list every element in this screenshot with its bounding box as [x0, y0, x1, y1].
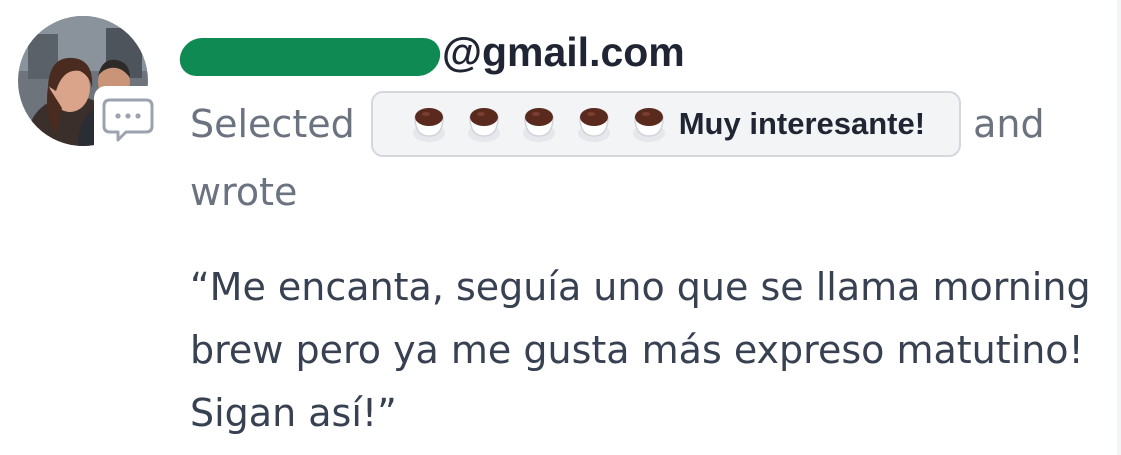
action-suffix: wrote — [190, 170, 298, 214]
reaction-pill[interactable]: Muy interesante! — [370, 91, 962, 157]
coffee-cup-icon — [632, 108, 665, 142]
speech-bubble-icon — [94, 86, 158, 148]
redacted-username — [177, 38, 443, 76]
coffee-cup-icon — [467, 108, 500, 142]
reaction-label: Muy interesante! — [678, 106, 926, 141]
comment-quote: “Me encanta, seguía uno que se llama mor… — [190, 265, 1091, 435]
reaction-rating — [411, 103, 679, 145]
coffee-cup-icon — [577, 108, 610, 142]
action-prefix: Selected — [190, 102, 355, 146]
comment-card: @gmail.com Selected Muy interesante! and… — [0, 0, 1121, 455]
action-line: Selected Muy interesante! and — [190, 88, 1045, 160]
coffee-cup-icon — [412, 108, 445, 142]
email-domain: @gmail.com — [442, 28, 685, 75]
action-conjunction: and — [973, 102, 1045, 146]
scrollbar-track — [1117, 0, 1121, 455]
coffee-cup-icon — [522, 108, 555, 142]
commenter-email: @gmail.com — [177, 24, 685, 80]
avatar-container — [18, 16, 158, 152]
